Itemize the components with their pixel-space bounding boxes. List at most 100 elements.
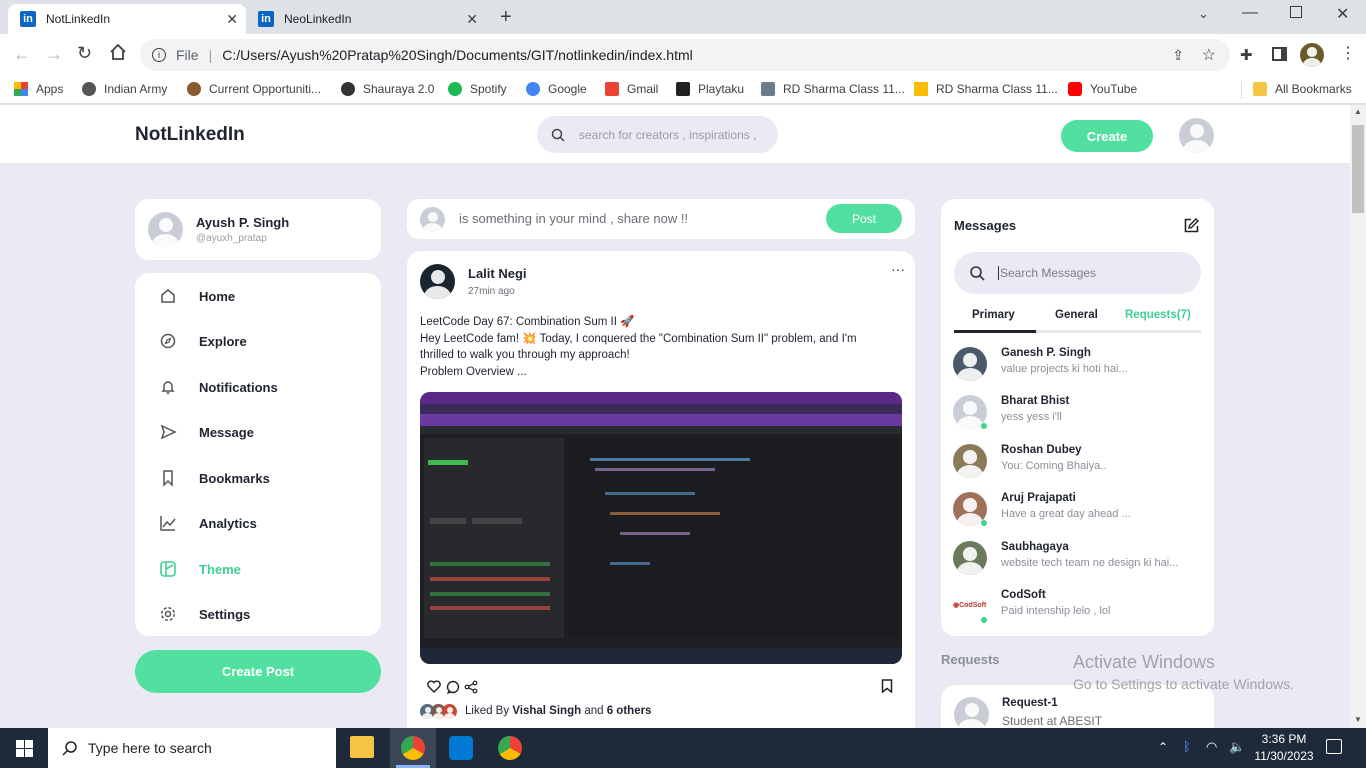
emblem-icon [187,82,201,96]
bookmark-item[interactable]: YouTube [1068,82,1137,96]
message-item[interactable]: Bharat Bhist yess yess i'll [953,395,1203,435]
notification-center-icon[interactable] [1326,739,1342,754]
like-icon[interactable] [427,680,441,693]
bell-icon [161,381,175,394]
vscode-icon[interactable] [449,736,473,760]
post-body: LeetCode Day 67: Combination Sum II 🚀 He… [420,314,900,380]
star-icon[interactable]: ☆ [1202,45,1216,65]
tab-primary[interactable]: Primary [972,309,1015,321]
message-item[interactable]: ◉CodSoft CodSoft Paid intenship lelo , l… [953,589,1203,629]
search-input[interactable]: search for creators , inspirations , [579,128,756,142]
post-image[interactable] [420,392,902,664]
composer-input[interactable]: is something in your mind , share now !! [459,211,688,226]
bookmark-item[interactable]: Google [526,82,587,96]
tab-neolinkedin[interactable]: in NeoLinkedIn ✕ [250,4,486,34]
comment-icon[interactable] [446,680,460,694]
chrome-icon[interactable] [498,736,522,760]
profile-avatar[interactable] [1300,43,1324,67]
sidebar-item-theme[interactable]: Theme [159,560,241,578]
messages-search[interactable]: Search Messages [954,252,1201,294]
sidebar-item-explore[interactable]: Explore [159,332,247,350]
minimize-button[interactable]: — [1242,4,1258,22]
chevron-up-icon[interactable]: ⌃ [1158,740,1168,754]
share-icon[interactable]: ⇪ [1172,47,1184,64]
all-bookmarks[interactable]: All Bookmarks [1253,82,1352,96]
sidebar-item-message[interactable]: Message [159,423,254,441]
liked-others[interactable]: 6 others [607,705,652,717]
bookmark-item[interactable]: Current Opportuniti... [187,82,321,96]
sidebar-item-settings[interactable]: Settings [159,605,250,623]
browser-toolbar: ← → ↻ i File | C:/Users/Ayush%20Pratap%2… [0,34,1366,76]
back-icon[interactable]: ← [13,44,31,65]
tab-general[interactable]: General [1055,309,1098,321]
address-bar[interactable]: i File | C:/Users/Ayush%20Pratap%20Singh… [140,39,1230,71]
close-icon[interactable]: ✕ [226,11,238,28]
message-item[interactable]: Ganesh P. Singh value projects ki hoti h… [953,347,1203,387]
maximize-button[interactable] [1290,6,1302,18]
scrollbar[interactable]: ▲ ▼ [1350,105,1366,728]
bookmark-item[interactable]: Gmail [605,82,658,96]
taskbar-search-input[interactable]: Type here to search [88,740,212,756]
bookmark-item[interactable]: RD Sharma Class 11... [761,82,905,96]
profile-card[interactable]: Ayush P. Singh @ayuxh_pratap [135,199,381,260]
message-item[interactable]: Aruj Prajapati Have a great day ahead ..… [953,492,1203,532]
message-item[interactable]: Roshan Dubey You: Coming Bhaiya.. [953,444,1203,484]
codsoft-logo: ◉CodSoft [953,602,987,609]
create-button[interactable]: Create [1061,120,1153,152]
create-post-button[interactable]: Create Post [135,650,381,693]
send-icon [160,424,177,440]
bookmark-item[interactable]: RD Sharma Class 11... [914,82,1058,96]
info-icon[interactable]: i [152,48,166,62]
sidebar-menu: Home Explore Notifications Message Bookm… [135,273,381,636]
bookmark-item[interactable]: Shauraya 2.0 [341,82,434,96]
taskbar-date[interactable]: 11/30/2023 [1248,749,1320,763]
tab-search-icon[interactable]: ⌄ [1198,6,1209,22]
extensions-icon[interactable]: ✚ [1240,46,1253,64]
messages-card: Messages Search Messages Primary General… [941,199,1214,636]
side-panel-icon[interactable] [1272,47,1287,61]
wifi-icon[interactable]: ◠ [1206,739,1217,755]
avatar[interactable] [420,264,455,299]
sidebar-item-home[interactable]: Home [159,287,235,305]
liked-user[interactable]: Vishal Singh [512,705,581,717]
edit-icon[interactable] [1183,217,1200,234]
bookmark-item[interactable]: Indian Army [82,82,167,96]
sidebar-item-bookmarks[interactable]: Bookmarks [159,469,270,487]
window-close-button[interactable]: ✕ [1336,4,1349,24]
bookmark-item[interactable]: Apps [14,82,63,96]
search-bar[interactable]: search for creators , inspirations , [537,116,778,153]
sidebar-item-analytics[interactable]: Analytics [159,514,257,532]
post-button[interactable]: Post [826,204,902,233]
menu-dots-icon[interactable]: ⋮ [1340,43,1356,63]
post-time: 27min ago [468,286,515,297]
new-tab-button[interactable]: + [500,6,512,29]
share-icon[interactable] [464,680,478,694]
tab-requests[interactable]: Requests(7) [1125,309,1191,321]
spotify-icon [448,82,462,96]
forward-icon[interactable]: → [45,44,63,65]
bookmark-item[interactable]: Playtaku [676,82,744,96]
windows-start-icon[interactable] [16,740,33,757]
sidebar-item-notifications[interactable]: Notifications [159,378,278,396]
messages-search-input[interactable]: Search Messages [998,266,1096,280]
reload-icon[interactable]: ↻ [77,43,92,64]
scrollbar-thumb[interactable] [1352,125,1364,213]
volume-icon[interactable]: 🔈 [1229,739,1245,755]
bookmark-icon[interactable] [881,679,893,693]
post-author[interactable]: Lalit Negi [468,266,527,281]
bookmarks-bar: Apps Indian Army Current Opportuniti... … [0,76,1366,104]
taskbar-chrome-active[interactable] [390,728,436,768]
taskbar-search[interactable]: Type here to search [48,728,336,768]
tab-notlinkedin[interactable]: in NotLinkedIn ✕ [8,4,246,34]
taskbar-time[interactable]: 3:36 PM [1254,732,1314,746]
bookmark-item[interactable]: Spotify [448,82,507,96]
user-avatar[interactable] [1179,118,1214,153]
home-icon[interactable] [108,42,128,62]
google-icon [526,82,540,96]
close-icon[interactable]: ✕ [466,11,478,28]
bluetooth-icon[interactable]: ᛒ [1183,739,1191,754]
app-logo[interactable]: NotLinkedIn [135,124,245,146]
file-explorer-icon[interactable] [350,736,374,758]
more-icon[interactable]: ··· [891,261,905,277]
message-item[interactable]: Saubhagaya website tech team ne design k… [953,541,1203,581]
